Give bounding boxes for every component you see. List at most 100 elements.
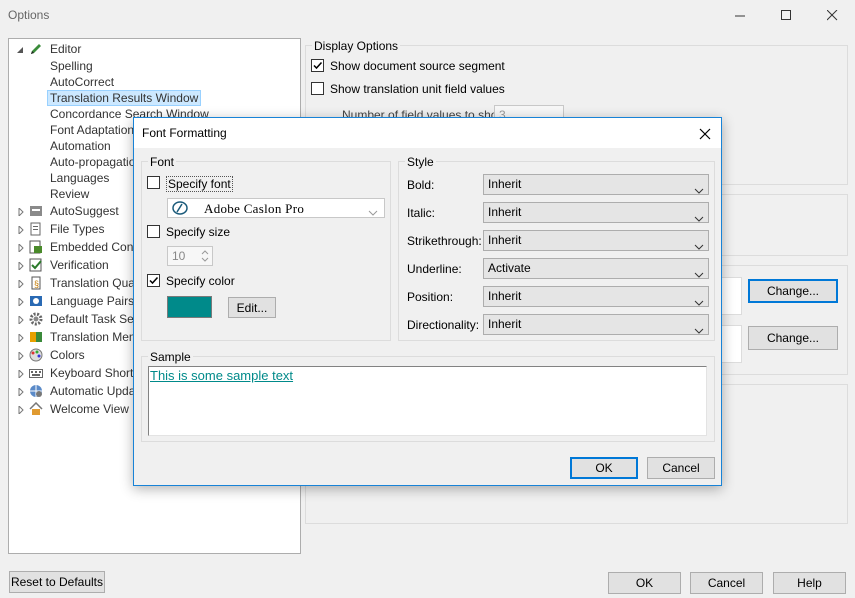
- close-icon: [826, 9, 837, 20]
- sample-text: This is some sample text: [150, 368, 294, 383]
- specify-font-label[interactable]: Specify font: [166, 176, 233, 192]
- expand-arrow-icon[interactable]: [17, 221, 25, 238]
- font-name-combo[interactable]: Adobe Caslon Pro: [167, 198, 385, 218]
- keyboard-icon: [29, 366, 43, 380]
- bold-label: Bold:: [407, 178, 435, 192]
- font-preview-box-2: [720, 325, 742, 363]
- maximize-icon: [780, 9, 791, 20]
- tree-item-label: Translation Mem: [50, 330, 139, 344]
- change-font-button-1[interactable]: Change...: [748, 279, 838, 303]
- tree-item-label: Welcome View: [50, 402, 129, 416]
- dialog-ok-button[interactable]: OK: [570, 457, 638, 479]
- italic-select[interactable]: Inherit: [483, 202, 709, 223]
- tree-item-label: Languages: [50, 171, 110, 185]
- embedded-content-icon: [29, 240, 43, 254]
- underline-value: Activate: [488, 261, 531, 275]
- dialog-close-button[interactable]: [695, 124, 715, 144]
- tree-item-label: AutoSuggest: [50, 204, 119, 218]
- chevron-down-icon: [368, 205, 378, 219]
- language-pairs-icon: [29, 294, 43, 308]
- maximize-button[interactable]: [763, 2, 809, 28]
- tree-item-translation-results-window[interactable]: Translation Results Window: [47, 90, 202, 107]
- collapse-arrow-icon[interactable]: [17, 41, 25, 58]
- strikethrough-select[interactable]: Inherit: [483, 230, 709, 251]
- minimize-button[interactable]: [717, 2, 763, 28]
- dialog-cancel-button[interactable]: Cancel: [647, 457, 715, 479]
- expand-arrow-icon[interactable]: [17, 275, 25, 292]
- position-label: Position:: [407, 290, 454, 304]
- expand-arrow-icon[interactable]: [17, 293, 25, 310]
- expand-arrow-icon[interactable]: [17, 347, 25, 364]
- position-select[interactable]: Inherit: [483, 286, 709, 307]
- tree-item-languages[interactable]: Languages: [50, 170, 109, 187]
- help-button[interactable]: Help: [773, 572, 846, 594]
- tree-item-label: Colors: [50, 348, 85, 362]
- tree-item-label: Translation Results Window: [47, 90, 202, 106]
- verification-icon: [29, 258, 43, 272]
- change-font-button-2[interactable]: Change...: [748, 326, 838, 350]
- chevron-down-icon: [694, 321, 704, 340]
- house-icon: [29, 402, 43, 416]
- ok-button[interactable]: OK: [608, 572, 681, 594]
- expand-arrow-icon[interactable]: [17, 239, 25, 256]
- cancel-button[interactable]: Cancel: [690, 572, 763, 594]
- bold-value: Inherit: [488, 177, 522, 191]
- sample-group-title: Sample: [148, 350, 193, 364]
- palette-icon: [29, 348, 43, 362]
- color-swatch[interactable]: [167, 296, 212, 318]
- font-formatting-dialog: Font Formatting Font Specify font Adobe …: [133, 117, 722, 486]
- pen-icon: [29, 42, 43, 56]
- tree-item-label: Default Task Sec: [50, 312, 140, 326]
- tree-item-autocorrect[interactable]: AutoCorrect: [50, 74, 114, 91]
- tree-item-font-adaptation[interactable]: Font Adaptation: [50, 122, 134, 139]
- chevron-down-icon: [694, 181, 704, 200]
- specify-color-label[interactable]: Specify color: [166, 274, 235, 288]
- tree-item-label: Spelling: [50, 59, 93, 73]
- expand-arrow-icon[interactable]: [17, 365, 25, 382]
- show-tu-field-values-checkbox[interactable]: [311, 82, 324, 95]
- tree-item-auto-propagation[interactable]: Auto-propagation: [50, 154, 142, 171]
- dialog-titlebar: Font Formatting: [134, 118, 721, 148]
- tree-item-label: Verification: [50, 258, 109, 272]
- specify-size-label[interactable]: Specify size: [166, 225, 230, 239]
- expand-arrow-icon[interactable]: [17, 401, 25, 418]
- expand-arrow-icon[interactable]: [17, 383, 25, 400]
- tree-item-automation[interactable]: Automation: [50, 138, 111, 155]
- spinner-arrows-icon[interactable]: [201, 249, 209, 268]
- reset-to-defaults-button[interactable]: Reset to Defaults: [9, 571, 105, 593]
- bold-select[interactable]: Inherit: [483, 174, 709, 195]
- tree-item-label: Font Adaptation: [50, 123, 135, 137]
- tree-item-label: Review: [50, 187, 90, 201]
- specify-size-checkbox[interactable]: [147, 225, 160, 238]
- translation-memory-icon: [29, 330, 43, 344]
- chevron-down-icon: [694, 293, 704, 312]
- expand-arrow-icon[interactable]: [17, 311, 25, 328]
- directionality-select[interactable]: Inherit: [483, 314, 709, 335]
- tree-item-label: Embedded Conte: [50, 240, 144, 254]
- font-preview-box-1: [720, 277, 742, 315]
- expand-arrow-icon[interactable]: [17, 203, 25, 220]
- show-tu-field-values-label[interactable]: Show translation unit field values: [330, 82, 505, 96]
- tree-item-label: Editor: [50, 42, 82, 56]
- show-source-segment-label[interactable]: Show document source segment: [330, 59, 505, 73]
- directionality-value: Inherit: [488, 317, 522, 331]
- chevron-down-icon: [694, 265, 704, 284]
- tree-item-spelling[interactable]: Spelling: [50, 58, 93, 75]
- show-source-segment-checkbox[interactable]: [311, 59, 324, 72]
- size-spinner[interactable]: 10: [167, 246, 213, 266]
- font-group-title: Font: [148, 155, 177, 169]
- expand-arrow-icon[interactable]: [17, 329, 25, 346]
- specify-color-checkbox[interactable]: [147, 274, 160, 287]
- strikethrough-value: Inherit: [488, 233, 522, 247]
- globe-update-icon: [29, 384, 43, 398]
- edit-color-button[interactable]: Edit...: [228, 297, 276, 318]
- underline-label: Underline:: [407, 262, 462, 276]
- expand-arrow-icon[interactable]: [17, 257, 25, 274]
- window-close-button[interactable]: [809, 2, 855, 28]
- underline-select[interactable]: Activate: [483, 258, 709, 279]
- specify-font-checkbox[interactable]: [147, 176, 160, 189]
- tree-item-label: Automatic Update: [50, 384, 146, 398]
- position-value: Inherit: [488, 289, 522, 303]
- tree-item-label: Keyboard Shortc: [50, 366, 140, 380]
- tree-item-review[interactable]: Review: [50, 186, 89, 203]
